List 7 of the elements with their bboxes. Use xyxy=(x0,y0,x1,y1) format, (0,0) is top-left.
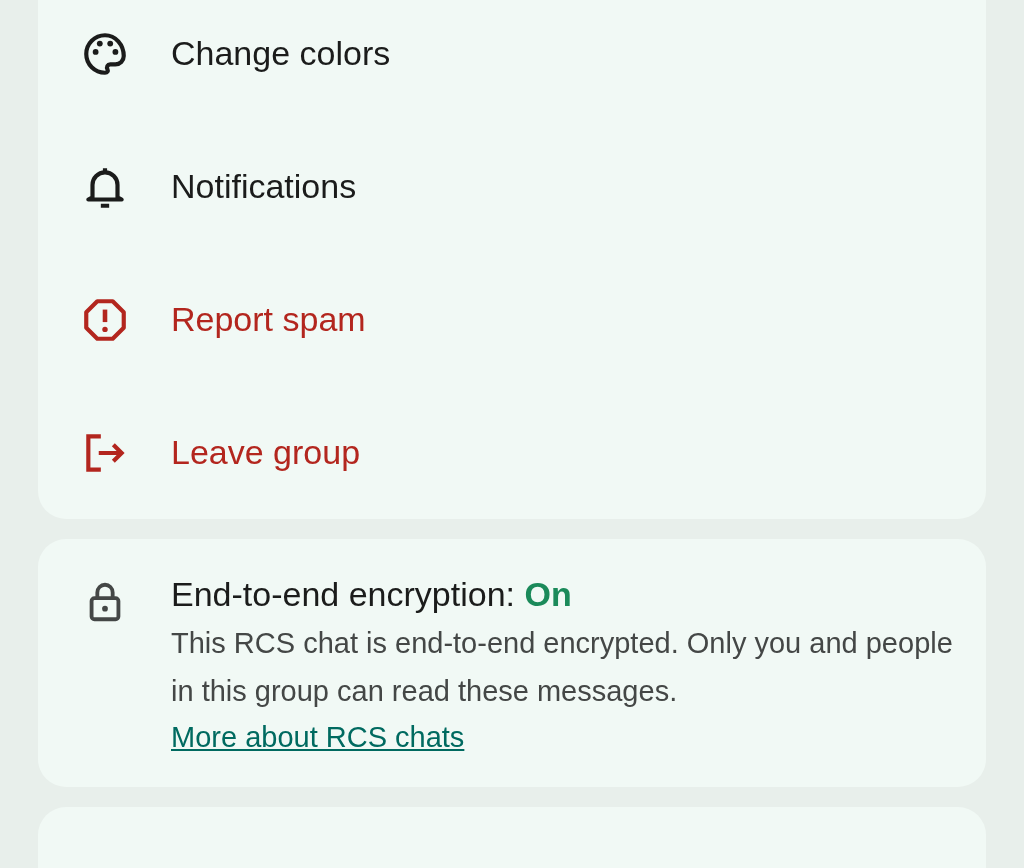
more-link[interactable]: More about RCS chats xyxy=(171,721,465,753)
menu-item[interactable]: Change colors xyxy=(38,0,986,120)
menu-item[interactable]: Notifications xyxy=(38,120,986,253)
encryption-title: End-to-end encryption: On xyxy=(171,574,573,615)
menu-item[interactable]: Leave group xyxy=(38,386,986,519)
encryption-description: This RCS chat is end-to-end encrypted. Only you and people in this group can read these messages. xyxy=(171,626,954,709)
menu-item[interactable]: Report spam xyxy=(38,253,986,386)
